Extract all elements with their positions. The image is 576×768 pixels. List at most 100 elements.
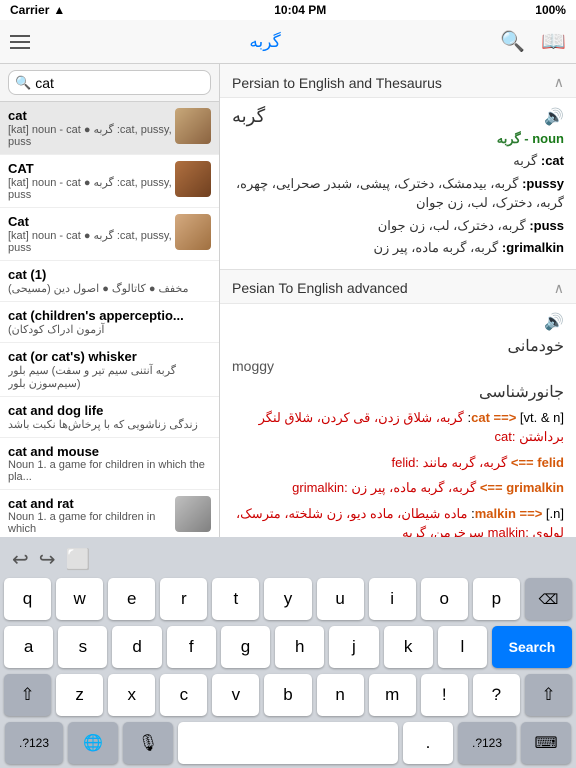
key-b[interactable]: b — [264, 674, 311, 716]
result-text: cat and rat Noun 1. a game for children … — [8, 496, 175, 535]
adv-word-2: جانورشناسی — [232, 382, 564, 402]
key-z[interactable]: z — [56, 674, 103, 716]
result-text: cat (or cat's) whisker گربه آنتنی سیم تی… — [8, 349, 211, 390]
key-k[interactable]: k — [384, 626, 433, 668]
main-content: 🔍 ✕ cat [kat] noun - cat ● گربه :cat, pu… — [0, 64, 576, 537]
key-n[interactable]: n — [317, 674, 364, 716]
def-header-1: Persian to English and Thesaurus ∧ — [220, 64, 576, 98]
copy-button[interactable]: ⬜ — [66, 547, 91, 572]
search-input-wrapper: 🔍 ✕ — [8, 70, 211, 95]
definition-section-1: Persian to English and Thesaurus ∧ گربه … — [220, 64, 576, 270]
definition-section-2: Pesian To English advanced ∧ 🔊 خودمانی m… — [220, 270, 576, 538]
def-header-title-1: Persian to English and Thesaurus — [232, 75, 442, 91]
key-j[interactable]: j — [329, 626, 378, 668]
key-shift[interactable]: ⇧ — [4, 674, 51, 716]
result-thumbnail — [175, 161, 211, 197]
list-item[interactable]: cat [kat] noun - cat ● گربه :cat, pussy,… — [0, 102, 219, 155]
book-icon[interactable]: 📖 — [541, 29, 566, 54]
key-t[interactable]: t — [212, 578, 259, 620]
list-item[interactable]: cat (or cat's) whisker گربه آنتنی سیم تی… — [0, 343, 219, 397]
key-m[interactable]: m — [369, 674, 416, 716]
def-word-header: گربه 🔊 — [232, 106, 564, 127]
key-mic[interactable]: 🎙 — [123, 722, 173, 764]
key-period[interactable]: . — [403, 722, 453, 764]
adv-entry-felid: felid ==> گربه، گربه مانند :felid — [232, 453, 564, 473]
key-w[interactable]: w — [56, 578, 103, 620]
menu-button[interactable] — [10, 35, 30, 49]
key-i[interactable]: i — [369, 578, 416, 620]
key-u[interactable]: u — [317, 578, 364, 620]
collapse-button-2[interactable]: ∧ — [554, 280, 564, 297]
key-s[interactable]: s — [58, 626, 107, 668]
result-thumbnail — [175, 214, 211, 250]
key-numbers[interactable]: .?123 — [5, 722, 63, 764]
key-y[interactable]: y — [264, 578, 311, 620]
kb-row-3: ⇧ z x c v b n m ! ? ⇧ — [4, 674, 572, 716]
kb-rows: q w e r t y u i o p ⌫ a s d f g h j k l … — [4, 578, 572, 764]
key-exclaim[interactable]: ! — [421, 674, 468, 716]
right-panel: Persian to English and Thesaurus ∧ گربه … — [220, 64, 576, 537]
key-c[interactable]: c — [160, 674, 207, 716]
nav-title: گربه — [249, 32, 280, 52]
key-h[interactable]: h — [275, 626, 324, 668]
sound-button-2[interactable]: 🔊 — [544, 312, 564, 332]
list-item[interactable]: cat (children's apperceptio... (آزمون اد… — [0, 302, 219, 343]
adv-entry-cat: cat ==> [vt. & n]: گربه، شلاق زدن، قی کر… — [232, 408, 564, 447]
def-main-word: گربه — [232, 106, 265, 127]
results-list: cat [kat] noun - cat ● گربه :cat, pussy,… — [0, 102, 219, 537]
key-p[interactable]: p — [473, 578, 520, 620]
nav-bar: گربه 🔍 📖 — [0, 20, 576, 64]
collapse-button-1[interactable]: ∧ — [554, 74, 564, 91]
list-item[interactable]: cat and dog life زندگی زناشویی که با پرخ… — [0, 397, 219, 438]
keyboard: ↩ ↪ ⬜ q w e r t y u i o p ⌫ a s d f g h … — [0, 537, 576, 768]
key-shift-right[interactable]: ⇧ — [525, 674, 572, 716]
search-input[interactable] — [35, 75, 216, 91]
key-f[interactable]: f — [167, 626, 216, 668]
list-item[interactable]: CAT [kat] noun - cat ● گربه :cat, pussy,… — [0, 155, 219, 208]
list-item[interactable]: cat and rat Noun 1. a game for children … — [0, 490, 219, 537]
key-numbers-right[interactable]: .?123 — [458, 722, 516, 764]
result-text: Cat [kat] noun - cat ● گربه :cat, pussy,… — [8, 214, 175, 254]
list-item[interactable]: cat (1) مخفف ● کاتالوگ ● اصول دین (مسیحی… — [0, 261, 219, 302]
key-g[interactable]: g — [221, 626, 270, 668]
adv-word-1: خودمانی — [232, 336, 564, 356]
status-bar: Carrier ▲ 10:04 PM 100% — [0, 0, 576, 20]
result-text: cat [kat] noun - cat ● گربه :cat, pussy,… — [8, 108, 175, 148]
key-o[interactable]: o — [421, 578, 468, 620]
key-space[interactable] — [178, 722, 398, 764]
key-backspace[interactable]: ⌫ — [525, 578, 572, 620]
result-text: cat (children's apperceptio... (آزمون اد… — [8, 308, 211, 336]
search-button[interactable]: Search — [492, 626, 572, 668]
def-entry-pussy: pussy: گربه، بیدمشک، دخترک، پیشی، شبدر ص… — [232, 174, 564, 213]
key-r[interactable]: r — [160, 578, 207, 620]
redo-button[interactable]: ↪ — [39, 547, 56, 572]
search-icon-sm: 🔍 — [15, 75, 31, 91]
key-globe[interactable]: 🌐 — [68, 722, 118, 764]
adv-entry-malkin: malkin ==> [.n]: ماده شیطان، ماده دیو، ز… — [232, 504, 564, 538]
result-thumbnail — [175, 496, 211, 532]
key-question[interactable]: ? — [473, 674, 520, 716]
undo-button[interactable]: ↩ — [12, 547, 29, 572]
wifi-icon: ▲ — [53, 3, 65, 17]
def-entry-cat: cat: گربه — [232, 151, 564, 171]
result-text: cat and mouse Noun 1. a game for childre… — [8, 444, 211, 483]
list-item[interactable]: cat and mouse Noun 1. a game for childre… — [0, 438, 219, 490]
list-item[interactable]: Cat [kat] noun - cat ● گربه :cat, pussy,… — [0, 208, 219, 261]
key-l[interactable]: l — [438, 626, 487, 668]
nav-icons: 🔍 📖 — [500, 29, 566, 54]
result-text: CAT [kat] noun - cat ● گربه :cat, pussy,… — [8, 161, 175, 201]
sound-button-1[interactable]: 🔊 — [544, 107, 564, 127]
kb-toolbar: ↩ ↪ ⬜ — [4, 543, 572, 578]
key-d[interactable]: d — [112, 626, 161, 668]
key-keyboard[interactable]: ⌨ — [521, 722, 571, 764]
adv-def-body: 🔊 خودمانی moggy جانورشناسی cat ==> [vt. … — [220, 304, 576, 538]
search-icon[interactable]: 🔍 — [500, 29, 525, 54]
key-a[interactable]: a — [4, 626, 53, 668]
key-v[interactable]: v — [212, 674, 259, 716]
key-e[interactable]: e — [108, 578, 155, 620]
def-header-title-2: Pesian To English advanced — [232, 280, 408, 296]
def-entry-puss: puss: گربه، دخترک، لب، زن جوان — [232, 216, 564, 236]
key-x[interactable]: x — [108, 674, 155, 716]
key-q[interactable]: q — [4, 578, 51, 620]
result-thumbnail — [175, 108, 211, 144]
